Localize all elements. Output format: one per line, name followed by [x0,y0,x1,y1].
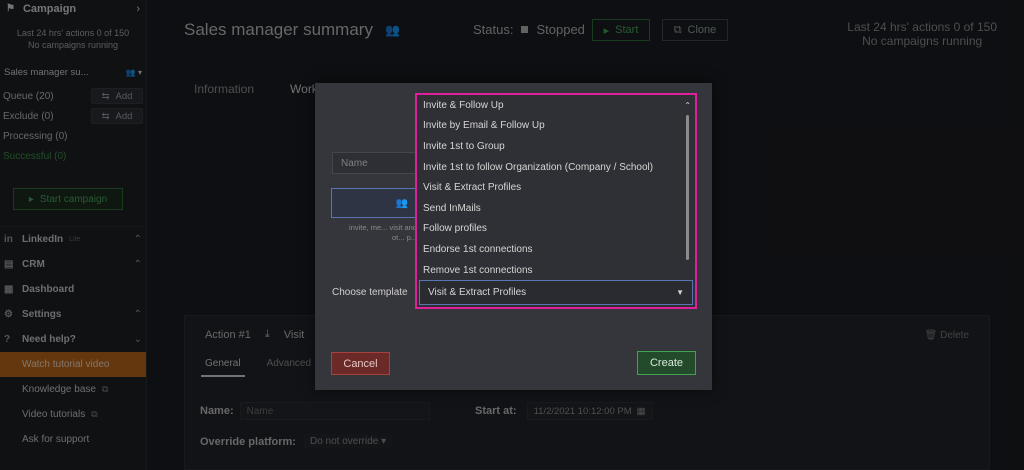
template-option[interactable]: Invite by Email & Follow Up [417,116,693,137]
choose-template-label: Choose template [332,287,408,298]
dropdown-scrollbar[interactable] [686,115,689,260]
scroll-up-icon[interactable]: ⌃ [684,101,691,110]
people-icon: 👥 [395,197,409,209]
template-option[interactable]: Remove 1st connections [417,260,693,281]
template-select[interactable]: Visit & Extract Profiles ▼ [419,280,693,305]
template-select-value: Visit & Extract Profiles [428,287,527,298]
template-option[interactable]: Send InMails [417,198,693,219]
create-button[interactable]: Create [637,351,696,375]
template-option[interactable]: Invite & Follow Up [417,95,693,116]
template-option[interactable]: Invite 1st to Group [417,136,693,157]
template-option[interactable]: Invite 1st to follow Organization (Compa… [417,157,693,178]
template-option[interactable]: Endorse 1st connections [417,239,693,260]
template-options-list[interactable]: Invite & Follow Up Invite by Email & Fol… [417,95,693,279]
template-dropdown: Invite & Follow Up Invite by Email & Fol… [415,93,697,309]
caret-down-icon: ▼ [676,288,684,297]
cancel-button[interactable]: Cancel [331,352,390,375]
template-option[interactable]: Visit & Extract Profiles [417,177,693,198]
source-description: invite, me... visit and ot... p... [349,223,417,242]
template-option[interactable]: Follow profiles [417,219,693,240]
